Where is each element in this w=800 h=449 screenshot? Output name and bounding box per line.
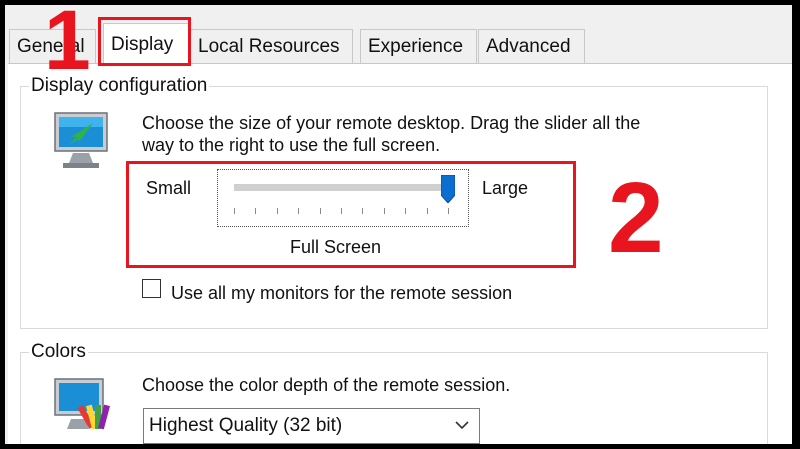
annotation-box-display-tab — [98, 17, 191, 66]
color-depth-select-value: Highest Quality (32 bit) — [149, 415, 343, 436]
annotation-step-1: 1 — [44, 0, 91, 87]
colors-legend: Colors — [29, 341, 88, 363]
annotation-step-2: 2 — [608, 162, 664, 274]
colors-description: Choose the color depth of the remote ses… — [142, 375, 511, 395]
tab-advanced-label: Advanced — [486, 36, 571, 57]
tab-experience-label: Experience — [368, 36, 464, 57]
display-description-line1: Choose the size of your remote desktop. … — [142, 113, 641, 133]
tab-local-resources-label: Local Resources — [198, 36, 340, 57]
use-all-monitors-label[interactable]: Use all my monitors for the remote sessi… — [171, 282, 512, 305]
tab-experience[interactable]: Experience — [360, 29, 477, 63]
tab-advanced[interactable]: Advanced — [478, 29, 585, 63]
tab-local-resources[interactable]: Local Resources — [190, 29, 353, 63]
display-description-line2: way to the right to use the full screen. — [142, 135, 441, 155]
color-depth-select[interactable]: Highest Quality (32 bit) — [143, 408, 480, 444]
monitor-with-arrow-icon — [54, 112, 108, 168]
annotation-box-slider — [126, 161, 576, 268]
chevron-down-icon — [455, 421, 469, 430]
monitor-color-palette-icon — [54, 378, 111, 430]
use-all-monitors-checkbox[interactable] — [142, 279, 161, 298]
